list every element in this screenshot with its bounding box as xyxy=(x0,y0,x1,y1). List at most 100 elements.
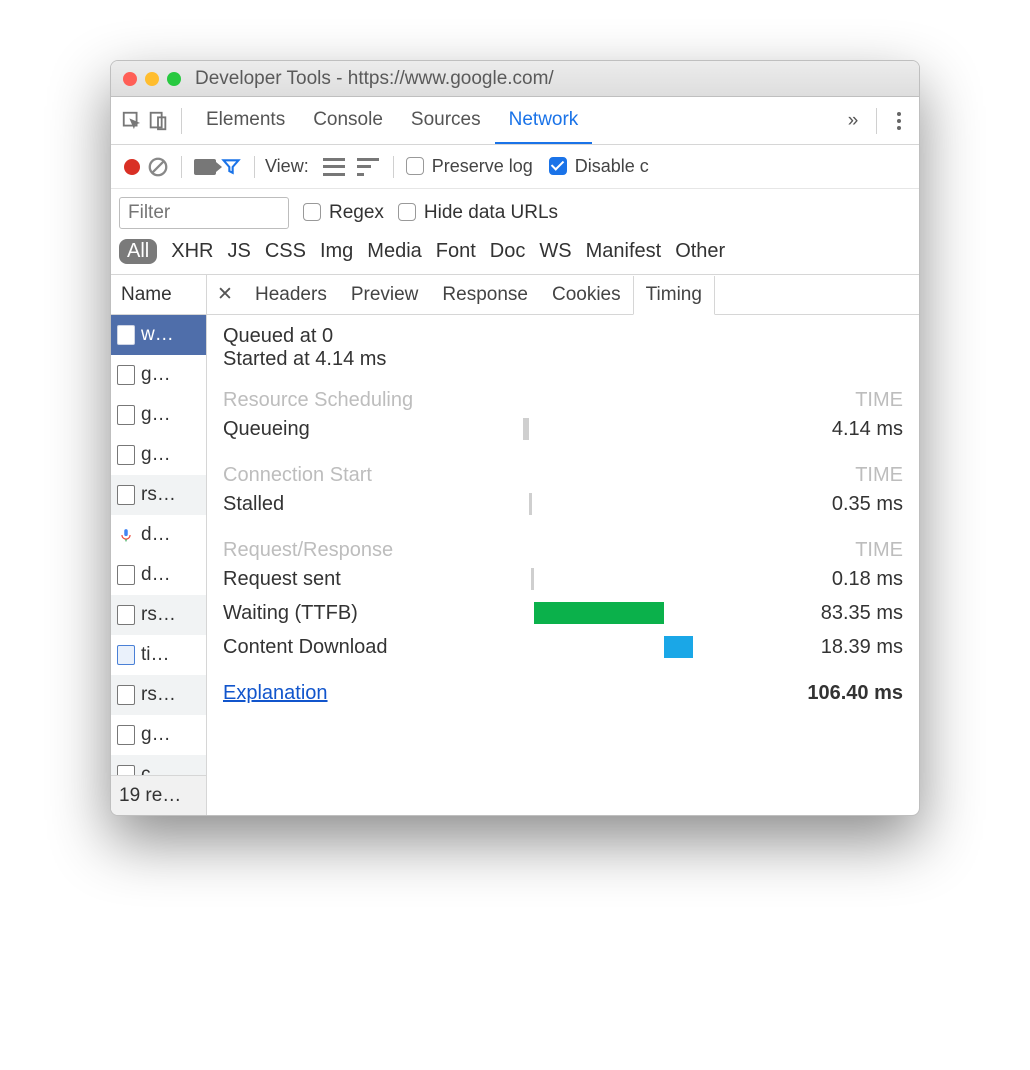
download-bar xyxy=(664,636,693,658)
timing-download-label: Content Download xyxy=(223,636,523,659)
network-controls: View: Preserve log Disable c xyxy=(111,145,919,189)
file-icon xyxy=(117,605,135,625)
detail-tab-headers[interactable]: Headers xyxy=(243,275,339,314)
more-options-icon[interactable] xyxy=(887,109,911,133)
tab-network[interactable]: Network xyxy=(495,97,593,144)
file-icon xyxy=(117,565,135,585)
maximize-window-icon[interactable] xyxy=(167,72,181,86)
request-row[interactable]: d… xyxy=(111,515,206,555)
minimize-window-icon[interactable] xyxy=(145,72,159,86)
inspect-element-icon[interactable] xyxy=(119,108,145,134)
filter-other[interactable]: Other xyxy=(675,240,725,263)
close-detail-icon[interactable]: ✕ xyxy=(207,283,243,306)
clear-icon[interactable] xyxy=(145,154,171,180)
timing-stalled-label: Stalled xyxy=(223,493,523,516)
disable-cache-checkbox[interactable]: Disable c xyxy=(549,156,649,177)
timing-group-connection: Connection Start xyxy=(223,464,372,487)
timing-download-value: 18.39 ms xyxy=(703,636,903,659)
detail-tab-timing[interactable]: Timing xyxy=(633,276,715,315)
capture-screenshot-icon[interactable] xyxy=(192,154,218,180)
timing-queueing-label: Queueing xyxy=(223,418,523,441)
panel-tabs: Elements Console Sources Network xyxy=(192,97,840,144)
request-name: ti… xyxy=(141,644,200,666)
request-row[interactable]: g… xyxy=(111,355,206,395)
request-name: rs… xyxy=(141,684,200,706)
request-name: g… xyxy=(141,364,200,386)
timing-started: Started at 4.14 ms xyxy=(223,348,903,371)
request-type-filters: All XHR JS CSS Img Media Font Doc WS Man… xyxy=(111,233,919,275)
request-name: rs… xyxy=(141,484,200,506)
request-row[interactable]: rs… xyxy=(111,595,206,635)
detail-tab-response[interactable]: Response xyxy=(430,275,540,314)
filter-media[interactable]: Media xyxy=(367,240,421,263)
timing-ttfb-value: 83.35 ms xyxy=(703,602,903,625)
timing-panel: Queued at 0 Started at 4.14 ms Resource … xyxy=(207,315,919,721)
reqsent-bar xyxy=(531,568,534,590)
timing-total: 106.40 ms xyxy=(807,682,903,705)
file-icon xyxy=(117,725,135,745)
request-row[interactable]: rs… xyxy=(111,475,206,515)
preserve-log-checkbox[interactable]: Preserve log xyxy=(406,156,533,177)
close-window-icon[interactable] xyxy=(123,72,137,86)
tab-console[interactable]: Console xyxy=(299,97,397,144)
regex-checkbox[interactable]: Regex xyxy=(303,202,384,224)
devtools-window: Developer Tools - https://www.google.com… xyxy=(110,60,920,816)
keyboard-icon xyxy=(117,645,135,665)
timing-reqsent-value: 0.18 ms xyxy=(703,568,903,591)
request-list-footer: 19 re… xyxy=(111,775,206,815)
titlebar: Developer Tools - https://www.google.com… xyxy=(111,61,919,97)
request-row[interactable]: g… xyxy=(111,435,206,475)
timing-ttfb-label: Waiting (TTFB) xyxy=(223,602,523,625)
request-row[interactable]: ti… xyxy=(111,635,206,675)
name-column-header[interactable]: Name xyxy=(111,275,206,315)
filter-xhr[interactable]: XHR xyxy=(171,240,213,263)
request-name: d… xyxy=(141,564,200,586)
request-name: rs… xyxy=(141,604,200,626)
filter-manifest[interactable]: Manifest xyxy=(586,240,662,263)
detail-tabs: ✕ Headers Preview Response Cookies Timin… xyxy=(207,275,919,315)
queueing-bar xyxy=(523,418,529,440)
timing-stalled-value: 0.35 ms xyxy=(703,493,903,516)
request-list-column: Name w…g…g…g…rs…d…d…rs…ti…rs…g…c… 19 re… xyxy=(111,275,207,815)
filter-css[interactable]: CSS xyxy=(265,240,306,263)
window-title: Developer Tools - https://www.google.com… xyxy=(195,68,554,90)
request-row[interactable]: c… xyxy=(111,755,206,775)
request-row[interactable]: w… xyxy=(111,315,206,355)
view-large-icon[interactable] xyxy=(321,154,347,180)
request-row[interactable]: rs… xyxy=(111,675,206,715)
request-name: w… xyxy=(141,324,200,346)
tab-sources[interactable]: Sources xyxy=(397,97,495,144)
detail-tab-cookies[interactable]: Cookies xyxy=(540,275,633,314)
request-name: g… xyxy=(141,444,200,466)
filter-all[interactable]: All xyxy=(119,239,157,264)
file-icon xyxy=(117,445,135,465)
record-icon[interactable] xyxy=(124,159,140,175)
request-row[interactable]: d… xyxy=(111,555,206,595)
file-icon xyxy=(117,685,135,705)
hide-data-urls-checkbox[interactable]: Hide data URLs xyxy=(398,202,558,224)
request-name: g… xyxy=(141,404,200,426)
filter-js[interactable]: JS xyxy=(227,240,250,263)
detail-tab-preview[interactable]: Preview xyxy=(339,275,431,314)
request-row[interactable]: g… xyxy=(111,715,206,755)
filter-img[interactable]: Img xyxy=(320,240,353,263)
device-toggle-icon[interactable] xyxy=(145,108,171,134)
view-small-icon[interactable] xyxy=(355,154,381,180)
timing-explanation-link[interactable]: Explanation xyxy=(223,682,328,705)
timing-queueing-value: 4.14 ms xyxy=(703,418,903,441)
filter-input[interactable] xyxy=(119,197,289,229)
tab-elements[interactable]: Elements xyxy=(192,97,299,144)
view-label: View: xyxy=(265,156,309,177)
file-icon xyxy=(117,365,135,385)
filter-doc[interactable]: Doc xyxy=(490,240,526,263)
request-detail-pane: ✕ Headers Preview Response Cookies Timin… xyxy=(207,275,919,815)
file-icon xyxy=(117,765,135,776)
file-icon xyxy=(117,325,135,345)
more-tabs-icon[interactable]: » xyxy=(840,110,866,132)
filter-font[interactable]: Font xyxy=(436,240,476,263)
filter-ws[interactable]: WS xyxy=(539,240,571,263)
filter-row: Regex Hide data URLs xyxy=(111,189,919,233)
mic-icon xyxy=(117,525,135,545)
request-row[interactable]: g… xyxy=(111,395,206,435)
timing-group-scheduling: Resource Scheduling xyxy=(223,389,413,412)
